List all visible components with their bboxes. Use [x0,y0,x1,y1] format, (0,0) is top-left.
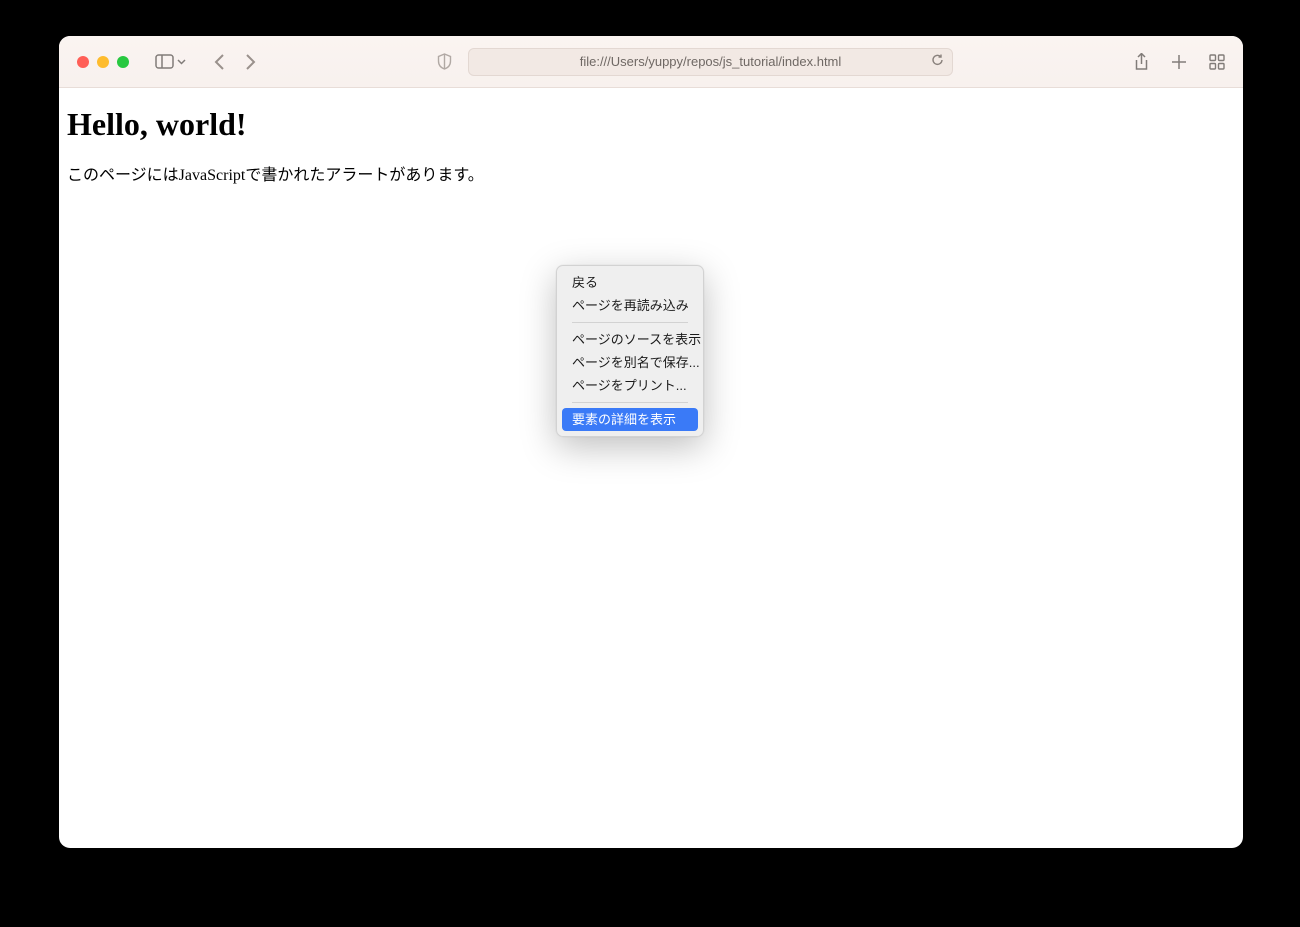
traffic-lights [77,56,129,68]
chevron-down-icon [177,59,186,65]
menu-item-back[interactable]: 戻る [562,271,698,294]
close-button[interactable] [77,56,89,68]
page-content: Hello, world! このページにはJavaScriptで書かれたアラート… [59,88,1243,203]
context-menu: 戻る ページを再読み込み ページのソースを表示 ページを別名で保存... ページ… [556,265,704,437]
nav-buttons [214,53,256,71]
sidebar-toggle-button[interactable] [155,54,186,69]
menu-item-inspect-element[interactable]: 要素の詳細を表示 [562,408,698,431]
browser-toolbar: file:///Users/yuppy/repos/js_tutorial/in… [59,36,1243,88]
forward-button[interactable] [244,53,256,71]
share-icon[interactable] [1134,53,1149,71]
page-heading: Hello, world! [67,106,1235,143]
reload-icon[interactable] [931,53,944,70]
back-button[interactable] [214,53,226,71]
tab-overview-icon[interactable] [1209,54,1225,70]
url-text: file:///Users/yuppy/repos/js_tutorial/in… [580,54,842,69]
page-paragraph: このページにはJavaScriptで書かれたアラートがあります。 [67,161,1235,185]
menu-item-reload[interactable]: ページを再読み込み [562,294,698,317]
sidebar-icon [155,54,174,69]
menu-separator [572,322,688,323]
menu-item-view-source[interactable]: ページのソースを表示 [562,328,698,351]
shield-icon[interactable] [437,53,452,70]
menu-item-print[interactable]: ページをプリント... [562,374,698,397]
new-tab-icon[interactable] [1171,54,1187,70]
url-bar[interactable]: file:///Users/yuppy/repos/js_tutorial/in… [468,48,953,76]
maximize-button[interactable] [117,56,129,68]
menu-separator [572,402,688,403]
menu-item-save-as[interactable]: ページを別名で保存... [562,351,698,374]
browser-window: file:///Users/yuppy/repos/js_tutorial/in… [59,36,1243,848]
toolbar-right [1134,53,1225,71]
minimize-button[interactable] [97,56,109,68]
